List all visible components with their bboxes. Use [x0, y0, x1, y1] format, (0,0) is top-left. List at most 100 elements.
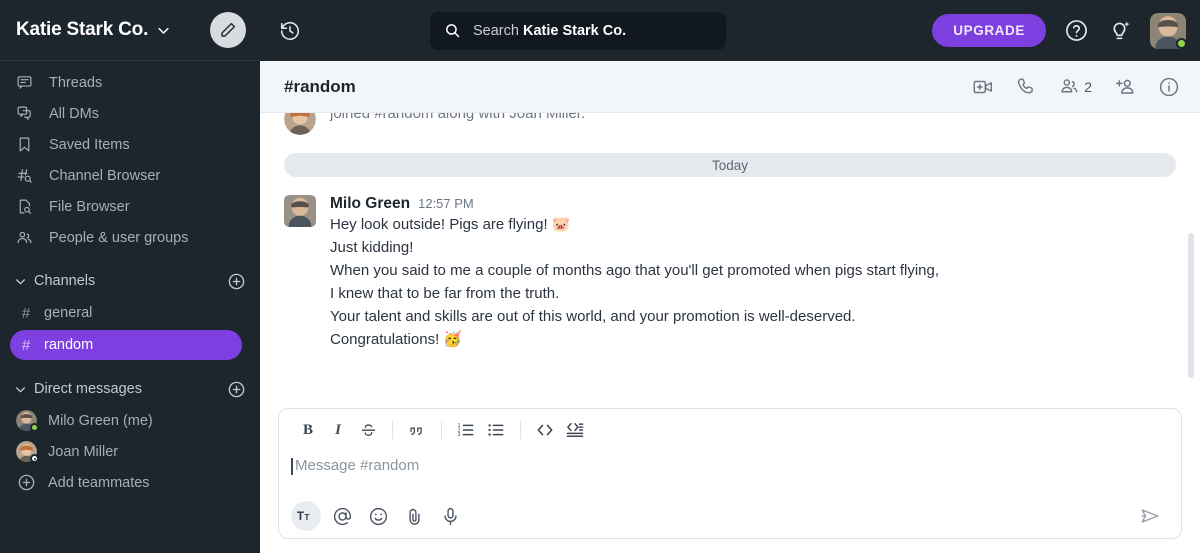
formatting-toolbar: B I 1 2 3	[279, 409, 1181, 451]
sidebar-channel-general[interactable]: # general	[10, 298, 242, 328]
channel-search-icon	[16, 167, 38, 184]
text-caret	[291, 458, 293, 475]
top-bar-actions: UPGRADE	[932, 12, 1187, 49]
message-text-line: Congratulations! 🥳	[330, 331, 463, 348]
dms-section-header[interactable]: Direct messages	[0, 373, 260, 405]
italic-button[interactable]: I	[323, 415, 353, 445]
start-audio-call-button[interactable]	[1016, 76, 1037, 97]
code-block-button[interactable]	[560, 415, 590, 445]
message-timestamp: 12:57 PM	[418, 196, 474, 211]
channel-name: general	[44, 305, 93, 321]
members-icon	[1059, 76, 1080, 97]
add-dm-button[interactable]	[227, 380, 246, 399]
help-button[interactable]	[1064, 18, 1089, 43]
join-notice-text: joined #random along with Joan Miller.	[330, 113, 586, 122]
slack-app-window: Katie Stark Co. Threads All DMs Saved It…	[0, 0, 1200, 553]
chevron-down-icon[interactable]	[156, 23, 171, 38]
channel-members-button[interactable]: 2	[1059, 76, 1092, 97]
sidebar-item-channel-browser[interactable]: Channel Browser	[0, 160, 260, 191]
code-block-icon	[565, 420, 585, 440]
add-teammates-label: Add teammates	[48, 474, 150, 491]
chevron-down-icon[interactable]	[12, 275, 28, 288]
workspace-name: Katie Stark Co.	[16, 19, 149, 40]
dms-section-title: Direct messages	[34, 381, 142, 397]
bold-icon: B	[302, 421, 313, 438]
sidebar-dm-milo-green[interactable]: Milo Green (me)	[0, 405, 260, 436]
search-scope: Katie Stark Co.	[522, 22, 627, 39]
send-message-button[interactable]	[1133, 501, 1167, 531]
toolbar-separator	[520, 421, 521, 439]
start-video-call-button[interactable]	[972, 76, 994, 98]
sidebar-dm-joan-miller[interactable]: Joan Miller	[0, 436, 260, 467]
bullet-list-icon	[486, 420, 506, 440]
avatar-image	[284, 195, 316, 227]
toolbar-separator	[392, 421, 393, 439]
italic-icon: I	[335, 421, 341, 438]
inline-code-button[interactable]	[530, 415, 560, 445]
ordered-list-icon: 123	[456, 420, 476, 440]
sidebar-item-label: File Browser	[49, 198, 130, 215]
microphone-button[interactable]	[435, 501, 465, 531]
date-divider-label: Today	[711, 157, 749, 173]
upgrade-button[interactable]: UPGRADE	[932, 14, 1046, 47]
text-format-button[interactable]: TT	[291, 501, 321, 531]
composer-wrapper: B I 1 2 3 Message #random T T	[260, 400, 1200, 553]
sidebar-item-threads[interactable]: Threads	[0, 67, 260, 98]
message-input[interactable]: Message #random	[279, 451, 1181, 494]
sidebar-item-people-user-groups[interactable]: People & user groups	[0, 222, 260, 253]
date-divider: Today	[284, 153, 1176, 177]
search-icon	[444, 22, 461, 39]
attachment-button[interactable]	[399, 501, 429, 531]
add-channel-button[interactable]	[227, 272, 246, 291]
sidebar: Katie Stark Co. Threads All DMs Saved It…	[0, 0, 260, 553]
sidebar-item-all-dms[interactable]: All DMs	[0, 98, 260, 129]
avatar	[16, 410, 39, 432]
sidebar-item-saved-items[interactable]: Saved Items	[0, 129, 260, 160]
chevron-down-icon[interactable]	[12, 383, 28, 396]
svg-text:3: 3	[458, 432, 461, 438]
emoji-icon	[368, 506, 389, 527]
sidebar-item-label: Threads	[49, 74, 103, 91]
avatar[interactable]	[284, 195, 316, 227]
whats-new-button[interactable]	[1107, 18, 1132, 43]
ordered-list-button[interactable]: 123	[451, 415, 481, 445]
user-avatar-button[interactable]	[1150, 12, 1187, 49]
emoji-button[interactable]	[363, 501, 393, 531]
hash-icon: #	[21, 336, 31, 354]
mention-button[interactable]	[327, 501, 357, 531]
add-teammates-button[interactable]: Add teammates	[0, 467, 260, 498]
microphone-icon	[440, 506, 461, 527]
sidebar-item-label: People & user groups	[49, 229, 189, 246]
channels-section-header[interactable]: Channels	[0, 265, 260, 297]
lightbulb-icon	[1107, 18, 1132, 43]
presence-indicator-online	[1176, 37, 1187, 49]
join-notice-row: joined #random along with Joan Miller.	[284, 113, 1176, 135]
presence-indicator-away	[30, 454, 39, 463]
strikethrough-button[interactable]	[353, 415, 383, 445]
message-text-line: I knew that to be far from the truth.	[330, 285, 560, 302]
hash-icon: #	[21, 304, 31, 322]
composer-actions: TT	[279, 494, 1181, 538]
avatar	[16, 441, 39, 463]
message-scrollbar[interactable]	[1188, 233, 1194, 378]
svg-text:T: T	[297, 510, 304, 523]
workspace-header[interactable]: Katie Stark Co.	[0, 0, 260, 61]
blockquote-button[interactable]	[402, 415, 432, 445]
mention-icon	[332, 506, 353, 527]
compose-message-button[interactable]	[210, 12, 246, 48]
sidebar-channel-random[interactable]: # random	[10, 330, 242, 360]
channel-header: #random 2	[260, 61, 1200, 113]
add-people-button[interactable]	[1114, 76, 1136, 98]
dm-name: Joan Miller	[48, 443, 119, 460]
sidebar-item-file-browser[interactable]: File Browser	[0, 191, 260, 222]
channel-info-button[interactable]	[1158, 76, 1180, 98]
channel-name: random	[44, 337, 94, 353]
history-button[interactable]	[260, 20, 320, 42]
search-input[interactable]: Search Katie Stark Co.	[430, 11, 726, 50]
avatar	[284, 113, 316, 135]
message-author[interactable]: Milo Green	[330, 195, 410, 213]
channel-header-actions: 2	[972, 76, 1180, 98]
bullet-list-button[interactable]	[481, 415, 511, 445]
bold-button[interactable]: B	[293, 415, 323, 445]
pencil-icon	[219, 21, 237, 39]
